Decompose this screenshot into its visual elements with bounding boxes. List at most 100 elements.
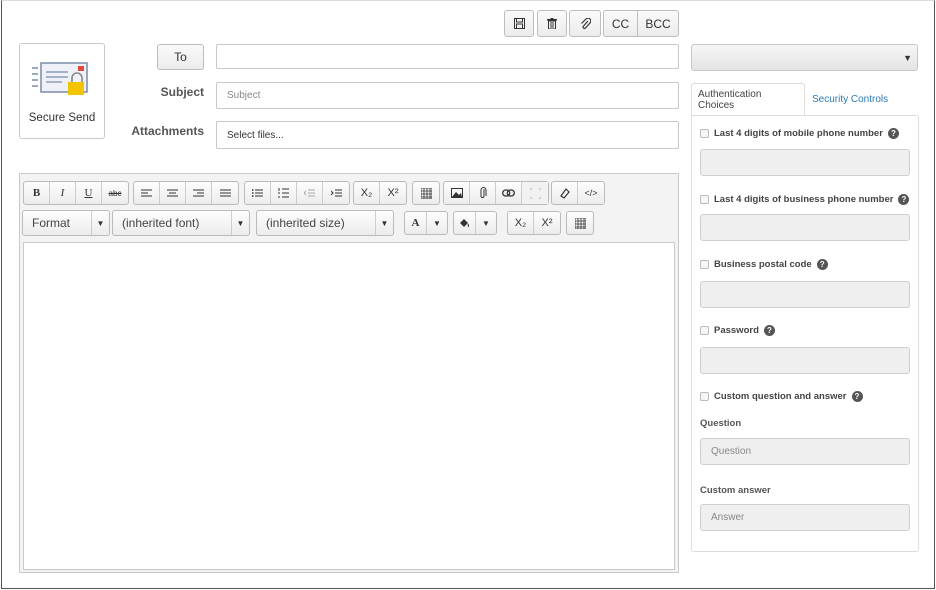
strikethrough-button[interactable]: abc: [102, 182, 128, 204]
background-color-picker[interactable]: ▼: [453, 211, 497, 235]
mobile-phone-input[interactable]: [700, 149, 910, 176]
underline-button[interactable]: U: [76, 182, 102, 204]
choice-postal-code: Business postal code ?: [700, 259, 828, 270]
insert-table-button[interactable]: [413, 182, 439, 204]
cc-button[interactable]: CC: [603, 10, 638, 37]
tab-security-controls[interactable]: Security Controls: [806, 83, 916, 116]
attach-button[interactable]: [569, 10, 601, 37]
table-group: [412, 181, 440, 205]
password-input[interactable]: [700, 347, 910, 374]
choice-label: Password: [714, 325, 759, 336]
authentication-panel: Last 4 digits of mobile phone number ? L…: [691, 115, 919, 552]
choice-label: Last 4 digits of business phone number: [714, 194, 894, 205]
to-button[interactable]: To: [157, 44, 204, 70]
align-right-icon: [193, 189, 204, 196]
format-select[interactable]: Format ▼: [22, 210, 110, 236]
password-checkbox[interactable]: [700, 326, 709, 335]
eraser-icon: [560, 187, 570, 199]
trash-icon: [547, 18, 557, 29]
chevron-down-icon: ▼: [231, 211, 249, 235]
rich-text-editor: B I U abc X₂ X² </> Format ▼ (inherited …: [19, 173, 679, 573]
justify-button[interactable]: [212, 182, 238, 204]
paint-bucket-icon: [460, 219, 469, 228]
tab-authentication-choices[interactable]: Authentication Choices: [691, 83, 805, 116]
font-color-picker[interactable]: A ▼: [404, 211, 448, 235]
bullet-list-button[interactable]: [245, 182, 271, 204]
subscript-button[interactable]: X₂: [354, 182, 380, 204]
format-select-label: Format: [32, 216, 71, 230]
help-icon[interactable]: ?: [851, 391, 863, 402]
postal-code-checkbox[interactable]: [700, 260, 709, 269]
chevron-down-icon: ▼: [903, 52, 912, 63]
align-center-button[interactable]: [160, 182, 186, 204]
business-phone-input[interactable]: [700, 214, 910, 241]
secure-send-button[interactable]: Secure Send: [19, 43, 105, 139]
choice-password: Password ?: [700, 325, 775, 336]
table-icon: [420, 187, 432, 199]
paperclip-icon: [480, 187, 486, 198]
chevron-down-icon[interactable]: ▼: [476, 212, 496, 234]
bold-button[interactable]: B: [24, 182, 50, 204]
indent-button[interactable]: [323, 182, 349, 204]
help-icon[interactable]: ?: [898, 194, 910, 205]
align-left-button[interactable]: [134, 182, 160, 204]
subject-input[interactable]: Subject: [216, 82, 679, 109]
answer-input[interactable]: Answer: [700, 504, 910, 531]
align-group: [133, 181, 239, 205]
insert-file-button[interactable]: [470, 182, 496, 204]
editor-content-area[interactable]: [23, 242, 675, 570]
postal-code-input[interactable]: [700, 281, 910, 308]
subject-label: Subject: [160, 85, 204, 99]
fullscreen-button[interactable]: [522, 182, 548, 204]
insert-link-button[interactable]: [496, 182, 522, 204]
italic-button[interactable]: I: [50, 182, 76, 204]
attachments-label: Attachments: [131, 124, 204, 138]
delete-button[interactable]: [537, 10, 567, 37]
clear-format-button[interactable]: [552, 182, 578, 204]
question-input[interactable]: Question: [700, 438, 910, 465]
choice-custom-qa: Custom question and answer ?: [700, 391, 863, 402]
insert-table-button-2[interactable]: [567, 212, 593, 234]
align-center-icon: [167, 189, 178, 196]
indent-icon: [330, 189, 342, 196]
to-input[interactable]: [216, 44, 679, 69]
bcc-button[interactable]: BCC: [637, 10, 679, 37]
align-left-icon: [141, 189, 152, 196]
font-select-label: (inherited font): [122, 216, 200, 230]
script-group: X₂ X²: [353, 181, 407, 205]
save-button[interactable]: [504, 10, 534, 37]
image-icon: [450, 188, 463, 198]
choice-business-phone: Last 4 digits of business phone number ?: [700, 194, 910, 205]
business-phone-checkbox[interactable]: [700, 195, 709, 204]
code-icon: </>: [584, 188, 598, 198]
view-source-button[interactable]: </>: [578, 182, 604, 204]
size-select[interactable]: (inherited size) ▼: [256, 210, 394, 236]
chevron-down-icon[interactable]: ▼: [427, 212, 447, 234]
table-group-2: [566, 211, 594, 235]
subscript-button-2[interactable]: X₂: [508, 212, 534, 234]
superscript-button-2[interactable]: X²: [534, 212, 560, 234]
insert-image-button[interactable]: [444, 182, 470, 204]
fill-color-button[interactable]: [454, 212, 476, 234]
help-icon[interactable]: ?: [887, 128, 899, 139]
superscript-button[interactable]: X²: [380, 182, 406, 204]
align-right-button[interactable]: [186, 182, 212, 204]
help-icon[interactable]: ?: [816, 259, 828, 270]
help-icon[interactable]: ?: [763, 325, 775, 336]
outdent-button[interactable]: [297, 182, 323, 204]
chevron-down-icon: ▼: [91, 211, 109, 235]
question-label: Question: [700, 418, 742, 429]
custom-qa-checkbox[interactable]: [700, 392, 709, 401]
numbered-list-button[interactable]: [271, 182, 297, 204]
recipient-select[interactable]: ▼: [691, 44, 918, 71]
list-group: [244, 181, 350, 205]
link-icon: [502, 189, 515, 197]
expand-icon: [529, 187, 541, 199]
mobile-phone-checkbox[interactable]: [700, 129, 709, 138]
envelope-lock-icon: [32, 62, 88, 95]
paperclip-icon: [580, 17, 591, 29]
font-select[interactable]: (inherited font) ▼: [112, 210, 250, 236]
font-color-button[interactable]: A: [405, 212, 427, 234]
auth-tabs: Authentication Choices Security Controls: [691, 83, 919, 116]
attachments-input[interactable]: Select files...: [216, 121, 679, 149]
